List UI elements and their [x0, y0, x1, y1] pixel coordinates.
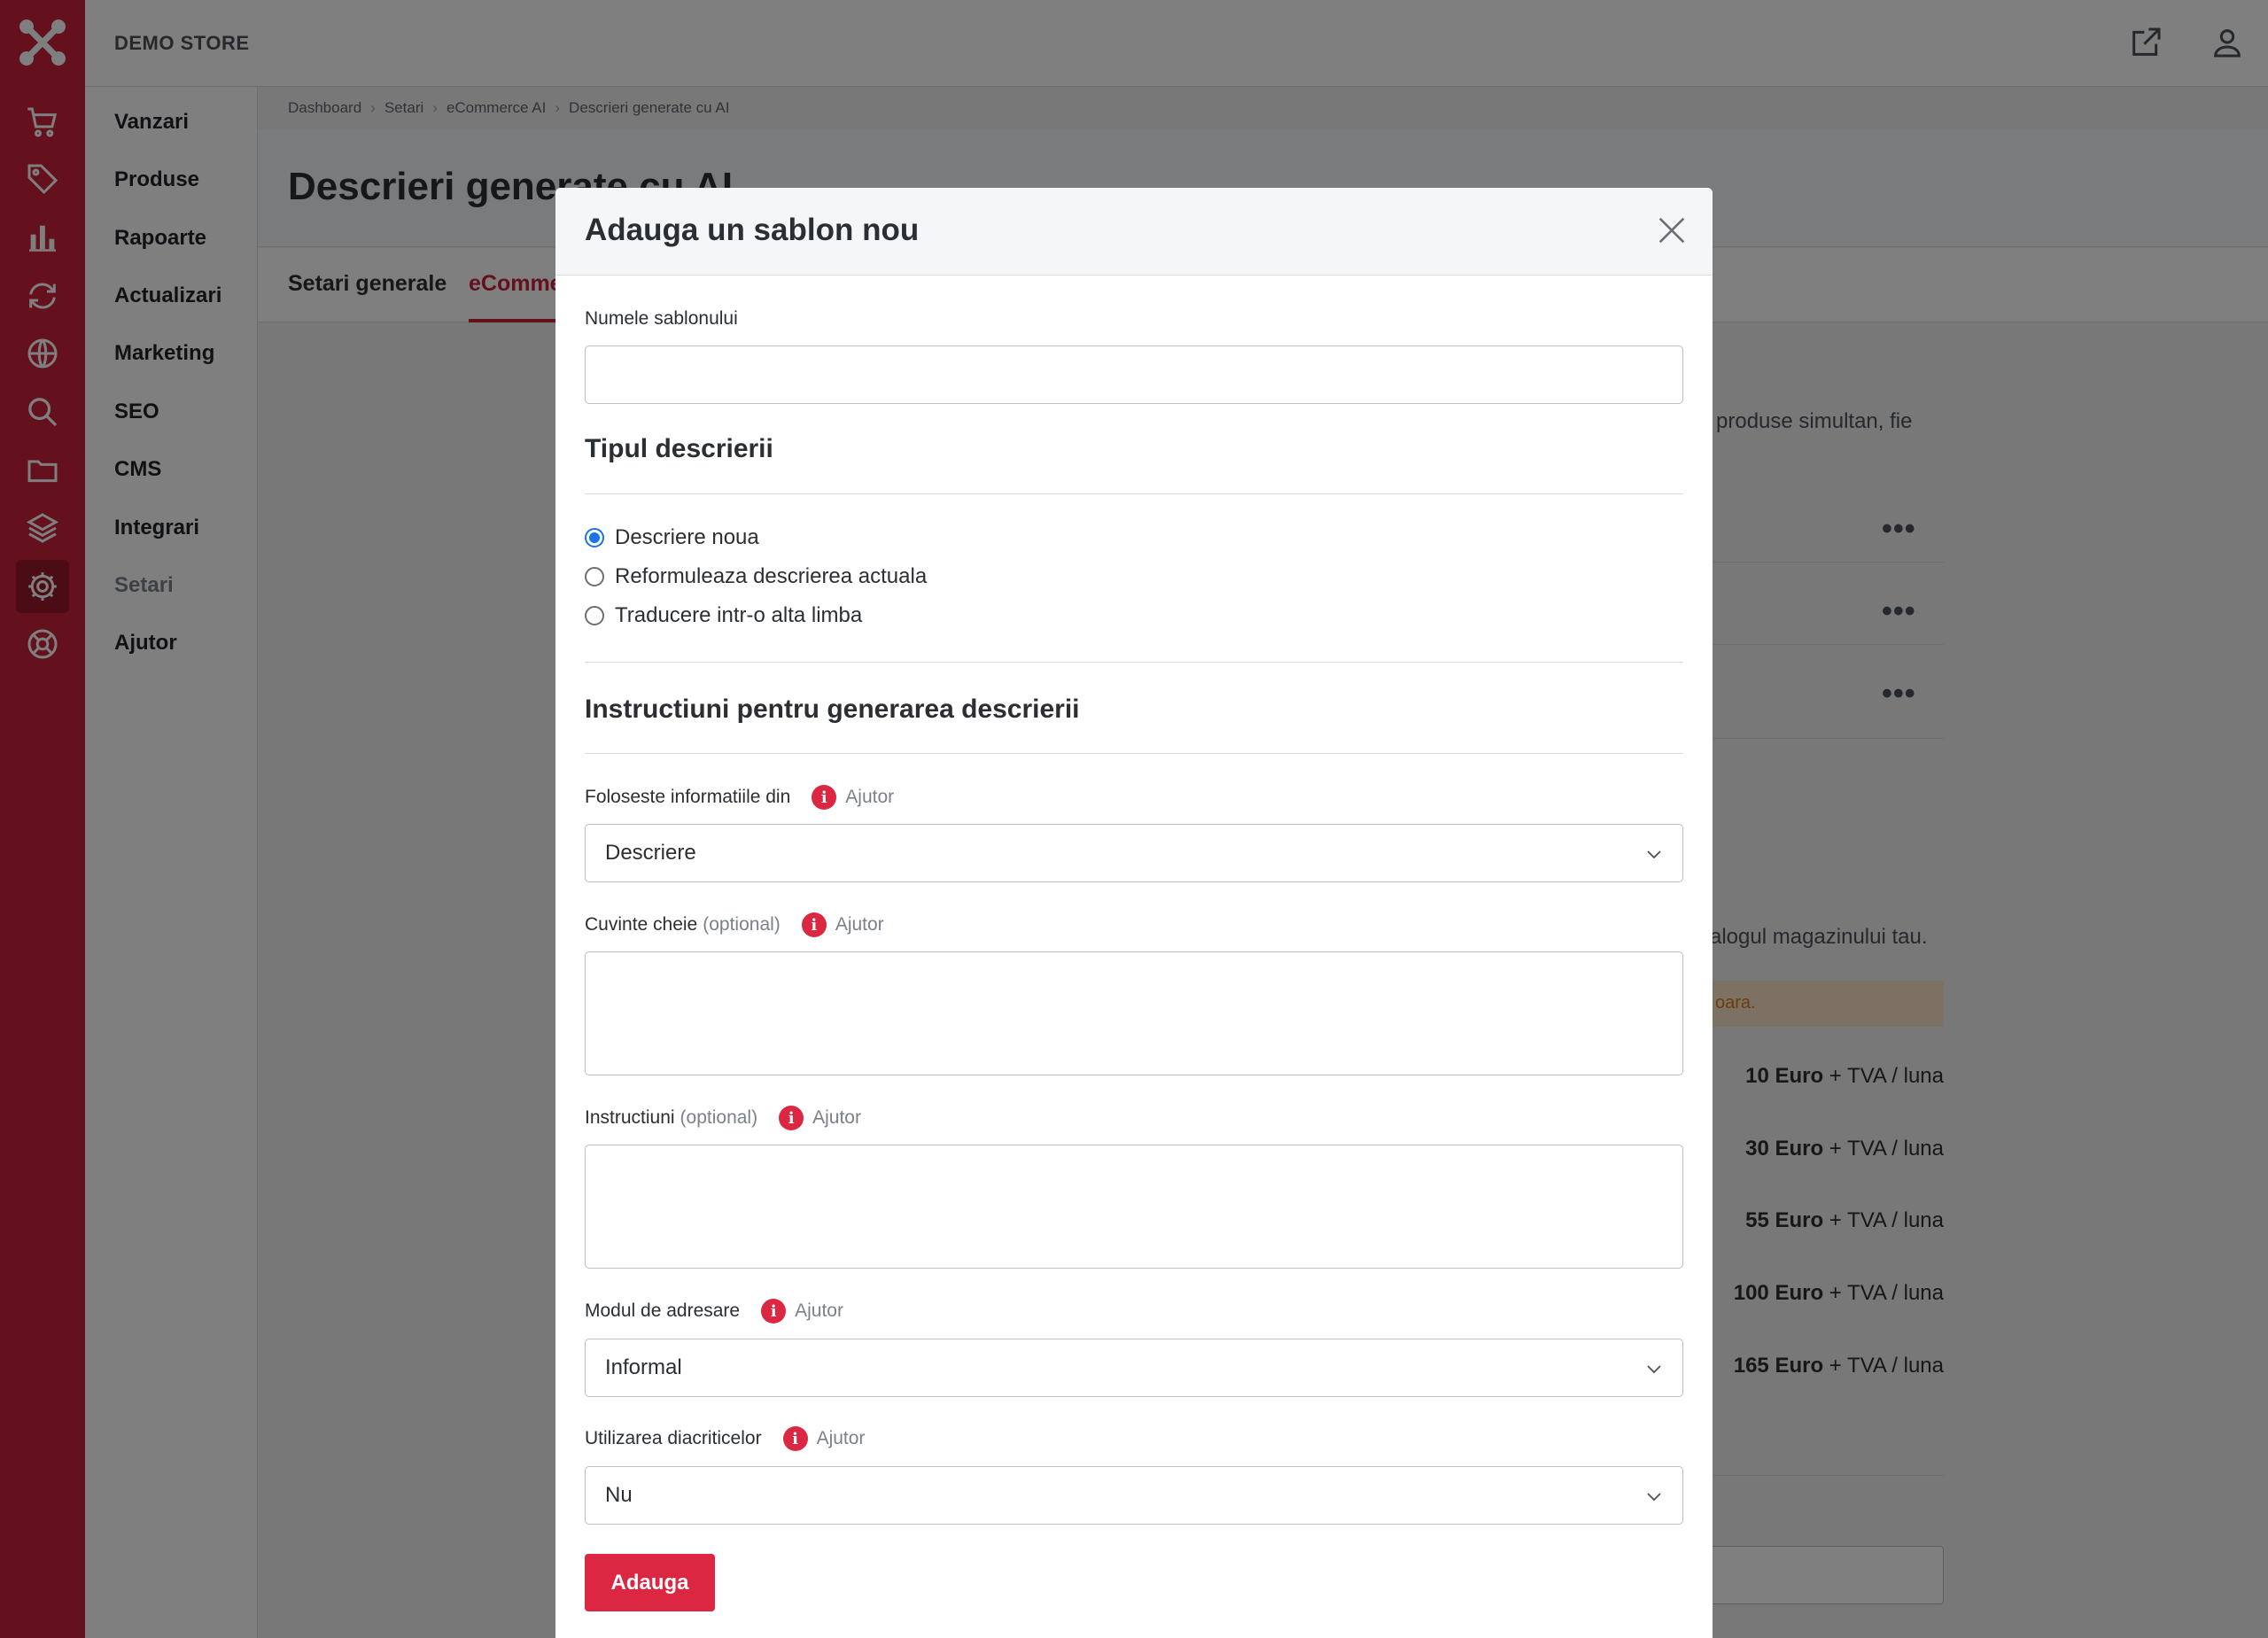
divider [585, 753, 1683, 754]
instructions-label: Instructiuni (optional) i Ajutor [585, 1106, 861, 1130]
chevron-down-icon [1647, 850, 1661, 859]
modal-title: Adauga un sablon nou [585, 213, 920, 247]
addressing-select[interactable]: Informal [585, 1339, 1683, 1397]
modal-header: Adauga un sablon nou [555, 188, 1713, 276]
divider [585, 662, 1683, 663]
diacritics-label: Utilizarea diacriticelor i Ajutor [585, 1426, 865, 1451]
diacritics-select[interactable]: Nu [585, 1466, 1683, 1525]
addressing-label: Modul de adresare i Ajutor [585, 1299, 843, 1324]
info-icon: i [782, 1426, 808, 1451]
help-link[interactable]: i Ajutor [761, 1299, 843, 1324]
chevron-down-icon [1647, 1493, 1661, 1502]
radio-unselected-icon[interactable] [585, 567, 604, 586]
radio-descriere-noua[interactable]: Descriere noua [585, 525, 759, 550]
template-name-label: Numele sablonului [585, 308, 738, 329]
chevron-down-icon [1647, 1365, 1661, 1374]
keywords-textarea[interactable] [585, 951, 1683, 1075]
use-info-select[interactable]: Descriere [585, 824, 1683, 882]
info-icon: i [761, 1299, 787, 1324]
divider [585, 493, 1683, 494]
add-template-modal: Adauga un sablon nou Numele sablonului T… [555, 188, 1713, 1638]
help-link[interactable]: i Ajutor [801, 912, 884, 937]
radio-reformuleaza[interactable]: Reformuleaza descrierea actuala [585, 564, 927, 589]
radio-unselected-icon[interactable] [585, 606, 604, 625]
add-button[interactable]: Adauga [585, 1554, 715, 1611]
help-link[interactable]: i Ajutor [782, 1426, 865, 1451]
use-info-label: Foloseste informatiile din i Ajutor [585, 785, 894, 810]
info-icon: i [812, 785, 837, 810]
radio-traducere[interactable]: Traducere intr-o alta limba [585, 603, 862, 628]
info-icon: i [801, 912, 827, 937]
help-link[interactable]: i Ajutor [779, 1106, 861, 1130]
radio-selected-icon[interactable] [585, 528, 604, 547]
instructions-textarea[interactable] [585, 1145, 1683, 1269]
help-link[interactable]: i Ajutor [812, 785, 894, 810]
close-icon[interactable] [1654, 213, 1689, 248]
instructions-section-heading: Instructiuni pentru generarea descrierii [585, 695, 1080, 724]
description-type-heading: Tipul descrierii [585, 434, 773, 463]
info-icon: i [779, 1106, 804, 1130]
template-name-input[interactable] [585, 345, 1683, 404]
keywords-label: Cuvinte cheie (optional) i Ajutor [585, 912, 884, 937]
